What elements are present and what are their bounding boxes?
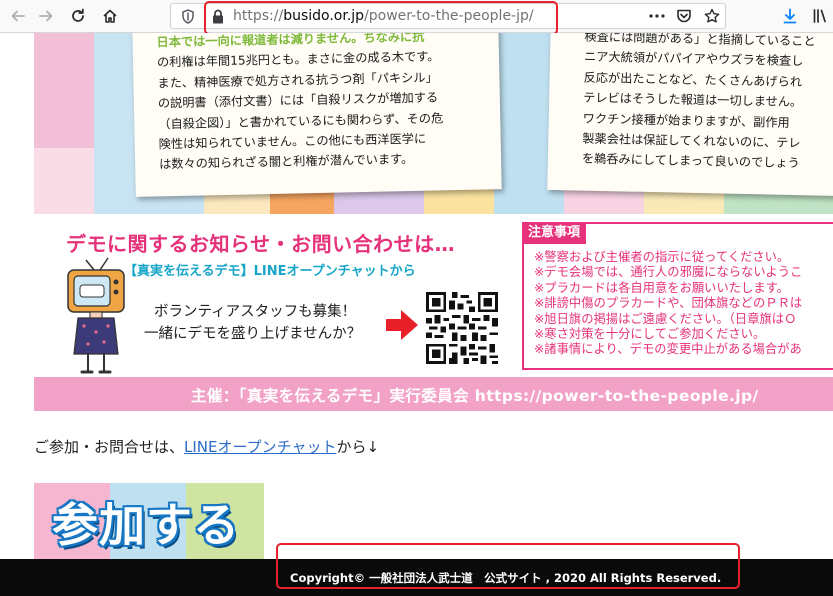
organizer-band: 主催：「真実を伝えるデモ」実行委員会 https://power-to-the-…	[34, 377, 833, 411]
reload-button[interactable]	[66, 4, 90, 28]
notice-item: ※諸事情により、デモの変更中止がある場合があ	[534, 342, 802, 357]
copyright-annotation-box	[276, 543, 740, 589]
shield-icon[interactable]	[181, 9, 195, 24]
pocket-icon[interactable]	[676, 8, 692, 24]
forward-button[interactable]	[34, 4, 58, 28]
join-demo-text: 一緒にデモを盛り上げませんか？	[144, 326, 362, 342]
downloads-button[interactable]	[778, 4, 802, 28]
forward-icon	[39, 10, 53, 22]
right-paper-note: 検査には問題がある」と指摘していること ニア大統領がパパイアやウズラを検査し 反…	[547, 33, 833, 197]
notice-item: ※警察および主催者の指示に従ってください。	[534, 250, 790, 264]
contact-suffix: から↓	[336, 438, 380, 456]
tv-mascot-illustration	[67, 257, 125, 374]
notice-title: 注意事項	[522, 222, 587, 244]
right-arrow-icon	[386, 310, 418, 340]
back-icon	[11, 10, 25, 22]
join-banner-button[interactable]: 参加する	[34, 483, 264, 563]
download-icon	[783, 8, 797, 24]
organizer-text: 主催：「真実を伝えるデモ」実行委員会 https://power-to-the-…	[191, 387, 759, 405]
library-icon	[813, 9, 826, 23]
reload-icon	[72, 8, 84, 22]
left-paper-note: 日本では一向に報道者は減りません。ちなみに抗 の利権は年間15兆円とも。まさに金…	[132, 33, 502, 197]
contact-prefix: ご参加・お問合せは、	[34, 438, 185, 456]
notice-item: ※誹謗中傷のプラカードや、団体旗などのＰＲは	[534, 296, 803, 311]
notice-item: ※プラカードは各自用意をお願いいたします。	[534, 280, 790, 295]
join-banner-label: 参加する	[52, 498, 240, 552]
notice-item: ※デモ会場では、通行人の邪魔にならないようこ	[534, 265, 803, 280]
more-icon[interactable]	[649, 14, 665, 18]
left-note-text: 日本では一向に報道者は減りません。ちなみに抗 の利権は年間15兆円とも。まさに金…	[156, 33, 444, 175]
browser-toolbar: https://busido.or.jp/power-to-the-people…	[0, 0, 833, 35]
home-icon	[103, 9, 117, 23]
home-button[interactable]	[98, 4, 122, 28]
demo-info-banner: デモに関するお知らせ・お問い合わせは… 【真実を伝えるデモ】LINEオープンチャ…	[34, 214, 833, 411]
bookmark-star-icon[interactable]	[704, 8, 720, 24]
notice-item: ※寒さ対策を十分にしてご参加ください。	[534, 327, 766, 342]
qr-code[interactable]	[426, 292, 498, 364]
library-button[interactable]	[808, 4, 832, 28]
right-note-line: を鵜呑みにしてしまって良いのでしょう	[581, 151, 800, 171]
notice-box: 注意事項 ※警察および主催者の指示に従ってください。 ※デモ会場では、通行人の邪…	[522, 222, 833, 370]
article-banner-image: 日本では一向に報道者は減りません。ちなみに抗 の利権は年間15兆円とも。まさに金…	[34, 33, 833, 214]
demo-subheading: 【真実を伝えるデモ】LINEオープンチャットから	[124, 264, 416, 279]
url-annotation-box	[204, 1, 558, 35]
right-note-text: 検査には問題がある」と指摘していること ニア大統領がパパイアやウズラを検査し 反…	[582, 33, 816, 174]
page-content: 日本では一向に報道者は減りません。ちなみに抗 の利権は年間15兆円とも。まさに金…	[0, 33, 833, 596]
back-button[interactable]	[6, 4, 30, 28]
notice-item: ※旭日旗の掲揚はご遠慮ください。（日章旗はＯ	[534, 311, 797, 326]
line-openchat-link[interactable]: LINEオープンチャット	[184, 438, 336, 456]
volunteer-text: ボランティアスタッフも募集！	[154, 304, 357, 320]
contact-line: ご参加・お問合せは、LINEオープンチャットから↓	[34, 436, 379, 457]
notice-list: ※警察および主催者の指示に従ってください。 ※デモ会場では、通行人の邪魔にならな…	[534, 250, 802, 358]
